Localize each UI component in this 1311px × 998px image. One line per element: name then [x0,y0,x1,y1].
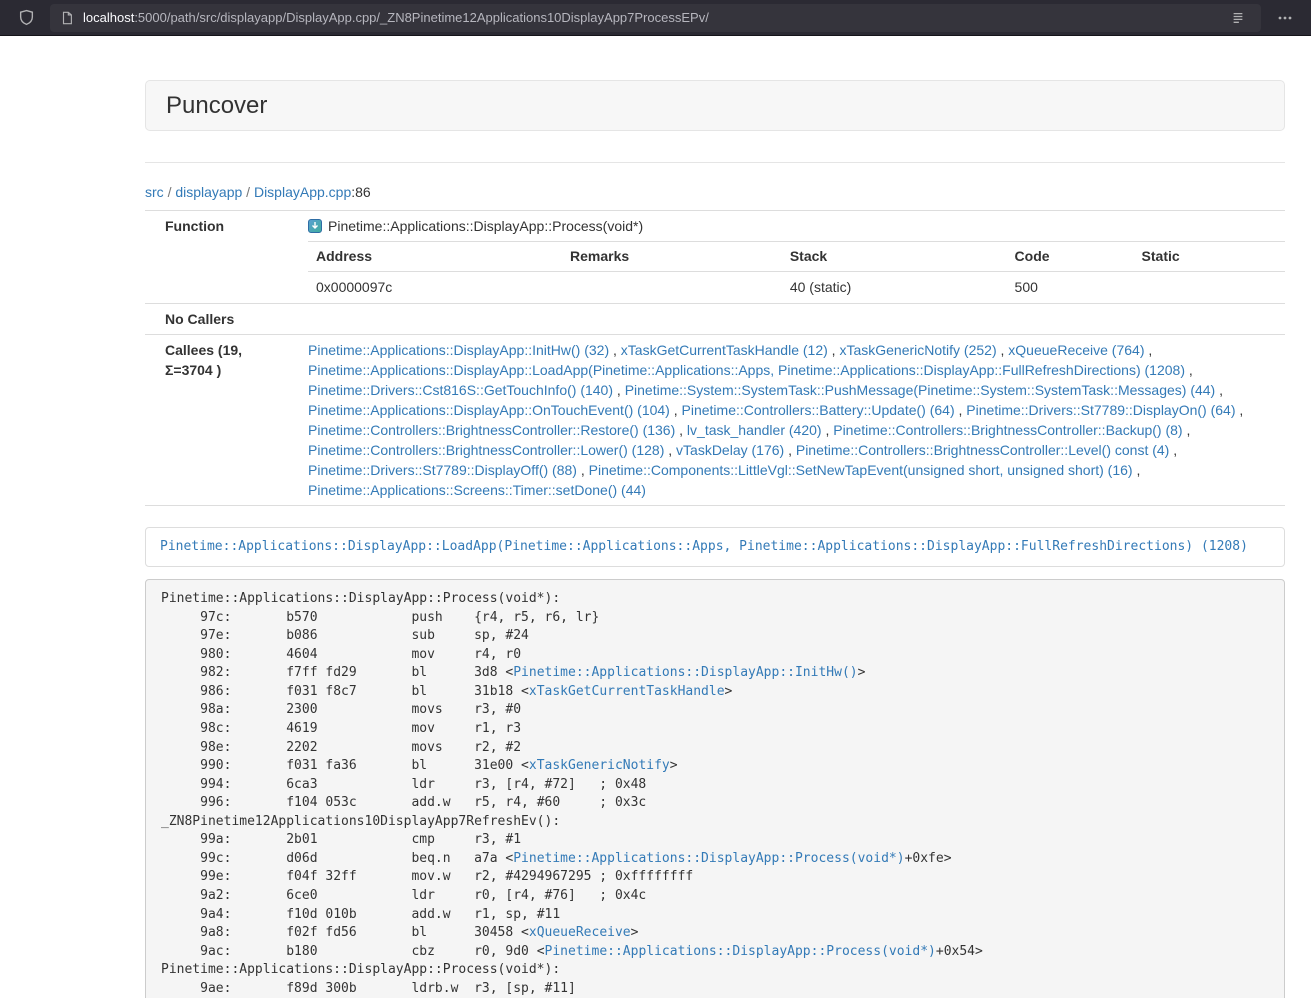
callee-separator: , [822,422,834,438]
callee-separator: , [577,462,589,478]
breadcrumb-link-displayapp[interactable]: displayapp [175,184,242,200]
column-header-code: Code [1007,242,1134,272]
callee-link[interactable]: xQueueReceive (764) [1008,342,1144,358]
symbol-line: Pinetime::Applications::DisplayApp::Proc… [308,216,1285,236]
column-header-address: Address [308,242,562,272]
stack-value: 40 (static) [782,272,1007,304]
callee-link[interactable]: Pinetime::Applications::Screens::Timer::… [308,482,646,498]
callee-link[interactable]: Pinetime::Applications::DisplayApp::OnTo… [308,402,670,418]
page-icon [60,11,74,25]
reader-view-icon [1231,11,1245,25]
callee-link[interactable]: Pinetime::Applications::DisplayApp::Init… [308,342,609,358]
disassembly-symbol-link[interactable]: Pinetime::Applications::DisplayApp::Proc… [545,944,936,959]
breadcrumb-link-file[interactable]: DisplayApp.cpp [254,184,351,200]
callee-separator: , [675,422,687,438]
callee-link[interactable]: Pinetime::Drivers::St7789::DisplayOff() … [308,462,577,478]
breadcrumb-separator: / [246,184,250,200]
static-value [1134,272,1285,304]
stats-header-row: Address Remarks Stack Code Static [308,242,1285,272]
callee-link[interactable]: Pinetime::System::SystemTask::PushMessag… [625,382,1216,398]
callee-link[interactable]: Pinetime::Controllers::BrightnessControl… [308,442,664,458]
callee-link[interactable]: Pinetime::Controllers::BrightnessControl… [308,422,675,438]
url-host: localhost [83,10,134,25]
disassembly-symbol-link[interactable]: Pinetime::Applications::DisplayApp::Init… [513,665,857,680]
function-table: Function Pinetime::Applications::Display… [145,210,1285,506]
function-symbol-icon [308,219,322,233]
callee-link[interactable]: lv_task_handler (420) [687,422,822,438]
stats-value-row: 0x0000097c 40 (static) 500 [308,272,1285,304]
disassembly-symbol-link[interactable]: xQueueReceive [529,925,631,940]
callee-link[interactable]: xTaskGenericNotify (252) [839,342,996,358]
divider [145,162,1285,163]
url-path: :5000/path/src/displayapp/DisplayApp.cpp… [134,10,709,25]
selected-callee-link[interactable]: Pinetime::Applications::DisplayApp::Load… [160,539,1248,554]
column-header-stack: Stack [782,242,1007,272]
tracking-protection-button[interactable] [10,4,42,32]
breadcrumb: src / displayapp / DisplayApp.cpp:86 [145,182,1285,202]
callee-separator: , [1185,362,1193,378]
no-callers-row: No Callers [145,304,1285,335]
callee-link[interactable]: Pinetime::Drivers::Cst816S::GetTouchInfo… [308,382,613,398]
disassembly-symbol-link[interactable]: xTaskGetCurrentTaskHandle [529,684,725,699]
callee-separator: , [828,342,840,358]
symbol-stats-table: Address Remarks Stack Code Static 0x0000… [308,241,1285,303]
no-callers-label: No Callers [145,304,300,335]
callee-separator: , [784,442,796,458]
selected-callee-box: Pinetime::Applications::DisplayApp::Load… [145,527,1285,567]
callee-separator: , [1133,462,1141,478]
page-title: Puncover [166,92,267,119]
callee-separator: , [1183,422,1191,438]
reader-view-button[interactable] [1225,6,1251,30]
callee-separator: , [670,402,682,418]
disassembly-symbol-link[interactable]: Pinetime::Applications::DisplayApp::Proc… [513,851,904,866]
callee-link[interactable]: Pinetime::Drivers::St7789::DisplayOn() (… [966,402,1235,418]
callee-separator: , [1144,342,1152,358]
column-header-remarks: Remarks [562,242,782,272]
callee-link[interactable]: vTaskDelay (176) [676,442,784,458]
disassembly-code: Pinetime::Applications::DisplayApp::Proc… [145,579,1285,998]
url-text: localhost:5000/path/src/displayapp/Displ… [83,10,1225,25]
callees-list: Pinetime::Applications::DisplayApp::Init… [300,335,1285,506]
shield-icon [18,9,35,26]
callee-separator: , [1215,382,1223,398]
callee-separator: , [613,382,625,398]
callee-separator: , [1169,442,1177,458]
callee-link[interactable]: Pinetime::Controllers::BrightnessControl… [833,422,1182,438]
callee-link[interactable]: Pinetime::Components::LittleVgl::SetNewT… [589,462,1133,478]
callee-separator: , [609,342,621,358]
breadcrumb-line-number: :86 [351,184,370,200]
function-label: Function [145,211,300,304]
breadcrumb-separator: / [168,184,172,200]
callee-separator: , [955,402,967,418]
function-cell: Pinetime::Applications::DisplayApp::Proc… [300,211,1285,304]
callee-link[interactable]: xTaskGetCurrentTaskHandle (12) [621,342,828,358]
column-header-static: Static [1134,242,1285,272]
callee-separator: , [1236,402,1244,418]
remarks-value [562,272,782,304]
browser-menu-button[interactable] [1269,4,1301,32]
breadcrumb-link-src[interactable]: src [145,184,164,200]
browser-toolbar: localhost:5000/path/src/displayapp/Displ… [0,0,1311,36]
callees-label: Callees (19, Σ=3704 ) [145,335,300,506]
code-size-value: 500 [1007,272,1134,304]
callee-separator: , [664,442,676,458]
app-header: Puncover [145,80,1285,131]
callee-link[interactable]: Pinetime::Controllers::Battery::Update()… [682,402,955,418]
url-bar[interactable]: localhost:5000/path/src/displayapp/Displ… [50,4,1261,32]
no-callers-cell [300,304,1285,335]
callee-link[interactable]: Pinetime::Controllers::BrightnessControl… [796,442,1169,458]
address-value: 0x0000097c [308,272,562,304]
symbol-name: Pinetime::Applications::DisplayApp::Proc… [328,218,643,234]
disassembly-symbol-link[interactable]: xTaskGenericNotify [529,758,670,773]
callees-row: Callees (19, Σ=3704 ) Pinetime::Applicat… [145,335,1285,506]
callee-link[interactable]: Pinetime::Applications::DisplayApp::Load… [308,362,1185,378]
function-row: Function Pinetime::Applications::Display… [145,211,1285,304]
ellipsis-menu-icon [1277,10,1293,26]
page-content: Puncover src / displayapp / DisplayApp.c… [145,80,1285,998]
callee-separator: , [997,342,1009,358]
